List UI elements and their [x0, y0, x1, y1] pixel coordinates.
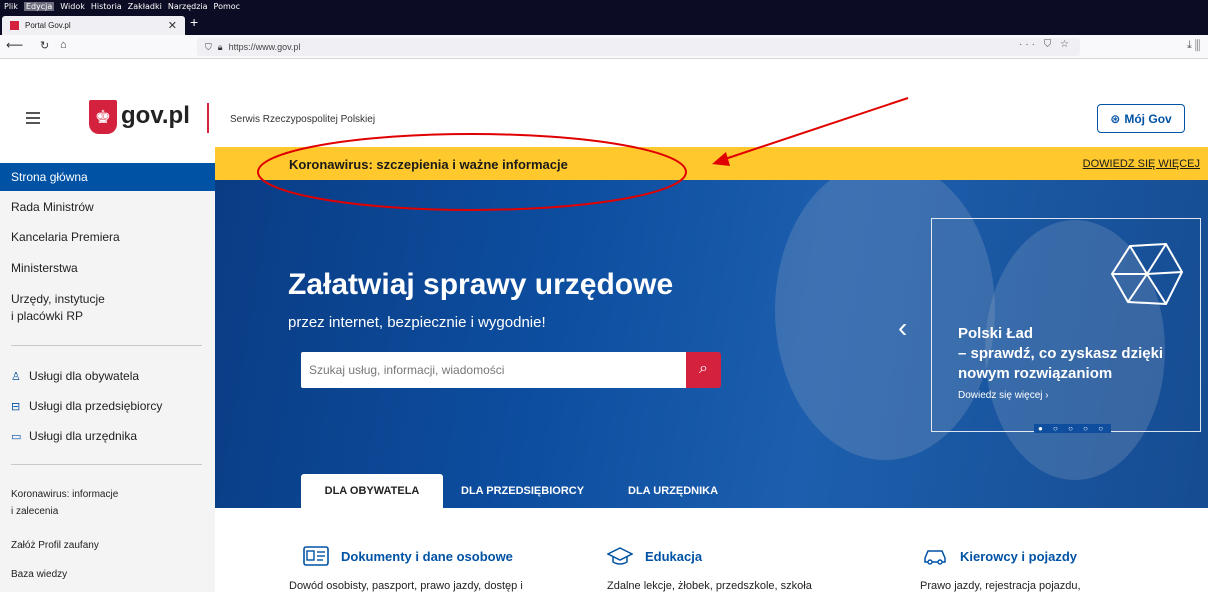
menu-item-pomoc[interactable]: Pomoc: [214, 2, 241, 11]
site-logo[interactable]: gov.pl: [121, 102, 190, 130]
sidebar-divider: [11, 345, 202, 346]
tab-dla-urzednika[interactable]: DLA URZĘDNIKA: [628, 485, 718, 497]
promo-card-title-line: – sprawdź, co zyskasz dzięki: [958, 345, 1164, 362]
sidebar-item-label: Usługi dla obywatela: [29, 369, 140, 383]
shield-icon: ⛉: [205, 41, 212, 52]
category-title: Edukacja: [645, 548, 703, 564]
banner-link[interactable]: DOWIEDZ SIĘ WIĘCEJ: [1083, 158, 1200, 170]
browser-navbar: ⟵ ↻ ⌂ ⛉ 🔒︎ https://www.gov.pl ··· ⛉ ☆ ⤓ …: [0, 35, 1208, 59]
new-tab-icon[interactable]: +: [190, 14, 198, 30]
sidebar-divider: [11, 464, 202, 465]
tab-dla-przedsiebiorcy[interactable]: DLA PRZEDSIĘBIORCY: [461, 485, 584, 497]
lock-icon: 🔒︎: [217, 41, 223, 52]
moj-gov-label: Mój Gov: [1124, 111, 1172, 126]
menu-item-edycja[interactable]: Edycja: [23, 2, 55, 11]
hero-subtitle: przez internet, bezpiecznie i wygodnie!: [288, 314, 546, 331]
tab-dla-obywatela[interactable]: DLA OBYWATELA: [301, 474, 443, 510]
graduation-cap-icon: [607, 547, 633, 565]
sidebar-item-strona-glowna[interactable]: Strona główna: [0, 163, 215, 191]
sidebar-item-uslugi-urzednik[interactable]: ▭ Usługi dla urzędnika: [11, 429, 137, 443]
sidebar-item-uslugi-obywatel[interactable]: ♙ Usługi dla obywatela: [11, 369, 139, 383]
category-desc: Dowód osobisty, paszport, prawo jazdy, d…: [289, 580, 523, 592]
category-dokumenty[interactable]: Dokumenty i dane osobowe: [303, 546, 513, 566]
carousel-prev-icon[interactable]: ‹: [898, 312, 907, 344]
hero-title: Załatwiaj sprawy urzędowe: [288, 268, 674, 301]
sidebar-item-urzedy-line2[interactable]: i placówki RP: [11, 309, 83, 323]
briefcase-icon: ⊟: [11, 401, 21, 413]
header-divider: [207, 103, 209, 133]
category-title: Dokumenty i dane osobowe: [341, 548, 513, 564]
sidebar-link-koronawirus-line2[interactable]: i zalecenia: [11, 503, 58, 520]
back-icon[interactable]: ⟵: [6, 38, 23, 52]
sidebar-item-ministerstwa[interactable]: Ministerstwa: [11, 261, 78, 275]
person-icon: ♙: [11, 371, 21, 383]
menu-item-plik[interactable]: Plik: [4, 2, 18, 11]
search-icon: ⌕: [699, 360, 708, 377]
category-kierowcy[interactable]: Kierowcy i pojazdy: [922, 546, 1077, 566]
favicon-icon: [10, 21, 19, 30]
sidebar-link-baza-wiedzy[interactable]: Baza wiedzy: [11, 566, 67, 583]
promo-card-title-line: Polski Ład: [958, 325, 1034, 342]
user-circle-icon: ⊛: [1110, 111, 1121, 126]
menu-item-narzedzia[interactable]: Narzędzia: [168, 2, 208, 11]
carousel-dots[interactable]: ● ○ ○ ○ ○: [1034, 424, 1112, 433]
sidebar-item-uslugi-przedsiebiorca[interactable]: ⊟ Usługi dla przedsiębiorcy: [11, 399, 162, 413]
eagle-emblem-icon: ♚: [89, 100, 117, 134]
category-edukacja[interactable]: Edukacja: [607, 546, 702, 566]
sidebar-item-kancelaria[interactable]: Kancelaria Premiera: [11, 230, 120, 244]
address-bar[interactable]: ⛉ 🔒︎ https://www.gov.pl ··· ⛉ ☆: [197, 38, 1080, 56]
browser-tab[interactable]: Portal Gov.pl ✕: [2, 16, 185, 35]
category-desc: Prawo jazdy, rejestracja pojazdu,: [920, 580, 1081, 592]
search-input[interactable]: Szukaj usług, informacji, wiadomości: [301, 352, 686, 388]
promo-card-title-line: nowym rozwiązaniom: [958, 365, 1113, 382]
polski-lad-logo-icon: [1110, 242, 1184, 306]
downloads-icon[interactable]: ⤓ ⫼: [1187, 39, 1200, 52]
category-title: Kierowcy i pojazdy: [960, 548, 1078, 564]
search-button[interactable]: ⌕: [686, 352, 721, 388]
sidebar-link-profil-zaufany[interactable]: Załóż Profil zaufany: [11, 537, 99, 554]
browser-tabbar: Portal Gov.pl ✕: [0, 13, 1208, 35]
search-placeholder: Szukaj usług, informacji, wiadomości: [309, 363, 505, 377]
page-actions-icon[interactable]: ··· ⛉ ☆: [1019, 39, 1072, 50]
sidebar-item-rada-ministrow[interactable]: Rada Ministrów: [11, 200, 94, 214]
sidebar-item-urzedy[interactable]: Urzędy, instytucje: [11, 292, 105, 306]
moj-gov-button[interactable]: ⊛ Mój Gov: [1097, 104, 1185, 133]
close-tab-icon[interactable]: ✕: [168, 19, 177, 32]
reload-icon[interactable]: ↻: [40, 39, 49, 52]
url-text[interactable]: https://www.gov.pl: [229, 42, 301, 52]
site-tagline: Serwis Rzeczypospolitej Polskiej: [230, 114, 376, 125]
car-icon: [924, 550, 946, 565]
id-card-icon: [303, 546, 329, 566]
promo-card-title: Polski Ład – sprawdź, co zyskasz dzięki …: [958, 324, 1198, 384]
menu-item-historia[interactable]: Historia: [91, 2, 122, 11]
sidebar-item-label: Usługi dla urzędnika: [29, 429, 138, 443]
home-icon[interactable]: ⌂: [60, 39, 67, 51]
menu-item-widok[interactable]: Widok: [60, 2, 85, 11]
banner-text[interactable]: Koronawirus: szczepienia i ważne informa…: [289, 157, 568, 172]
sidebar-item-label: Strona główna: [11, 170, 88, 184]
sidebar-link-koronawirus[interactable]: Koronawirus: informacje: [11, 486, 118, 503]
tab-title: Portal Gov.pl: [25, 21, 71, 30]
laptop-icon: ▭: [11, 431, 22, 443]
promo-card-link[interactable]: Dowiedz się więcej ›: [958, 390, 1049, 401]
hamburger-menu-icon[interactable]: [26, 112, 40, 124]
sidebar-item-label: Usługi dla przedsiębiorcy: [29, 399, 163, 413]
browser-menubar: Plik Edycja Widok Historia Zakładki Narz…: [0, 0, 1208, 13]
category-desc: Zdalne lekcje, żłobek, przedszkole, szko…: [607, 580, 812, 592]
menu-item-zakladki[interactable]: Zakładki: [128, 2, 162, 11]
